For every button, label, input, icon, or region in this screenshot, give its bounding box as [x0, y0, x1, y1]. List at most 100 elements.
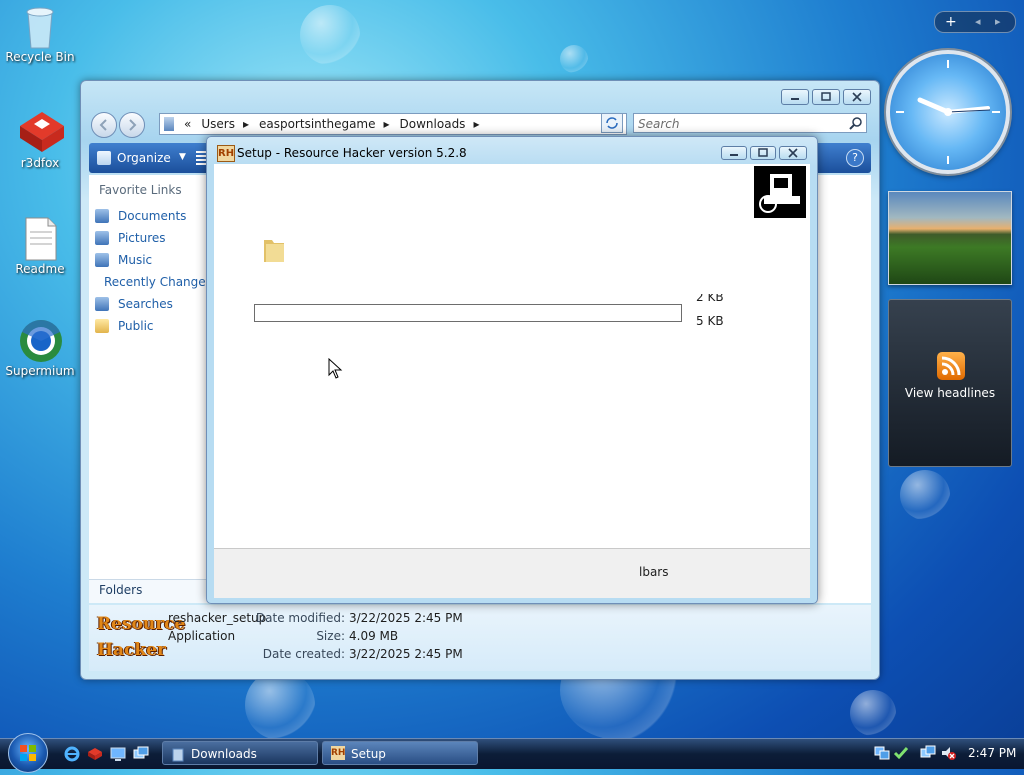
view-headlines-link[interactable]: View headlines	[889, 386, 1011, 400]
supermium-icon	[18, 318, 62, 362]
help-icon[interactable]: ?	[846, 149, 864, 167]
refresh-button[interactable]	[601, 113, 623, 133]
nav-item-label: Pictures	[118, 231, 166, 245]
security-check-icon[interactable]	[893, 745, 909, 761]
network-status-icon[interactable]	[920, 745, 936, 761]
folders-toggle[interactable]: Folders	[89, 579, 207, 603]
slideshow-gadget[interactable]	[888, 191, 1012, 285]
folder-icon	[95, 319, 109, 333]
nav-item-recently-changed[interactable]: Recently Changed	[89, 271, 213, 293]
taskbar-button-downloads[interactable]: Downloads	[162, 741, 318, 765]
minimize-button[interactable]	[721, 146, 747, 160]
file-name: reshacker_setup	[168, 611, 267, 625]
bubble-decoration	[300, 5, 360, 65]
music-icon	[95, 253, 109, 267]
volume-muted-icon[interactable]	[940, 745, 956, 761]
taskbar-button-label: Downloads	[191, 747, 257, 761]
next-gadget-button[interactable]: ▸	[995, 12, 1001, 32]
address-bar[interactable]: « Users ▸ easportsinthegame ▸ Downloads …	[159, 113, 627, 135]
close-button[interactable]	[779, 146, 807, 160]
desktop-icon-supermium[interactable]: Supermium	[2, 318, 78, 378]
documents-icon	[95, 209, 109, 223]
maximize-button[interactable]	[750, 146, 776, 160]
r3dfox-icon	[18, 110, 64, 154]
setup-body: 2 KB 5 KB	[214, 164, 810, 548]
nav-item-music[interactable]: Music	[89, 249, 207, 271]
mouse-cursor-icon	[328, 357, 344, 380]
show-desktop-icon[interactable]	[110, 746, 126, 762]
start-button[interactable]	[8, 733, 48, 773]
rss-icon	[937, 352, 965, 380]
resource-hacker-icon: RH	[331, 746, 346, 760]
windows-logo-icon	[20, 745, 36, 761]
breadcrumb-users[interactable]: Users	[201, 117, 235, 131]
nav-item-public[interactable]: Public	[89, 315, 207, 337]
search-icon[interactable]	[849, 116, 863, 133]
address-overflow-chevron[interactable]: «	[184, 117, 191, 131]
clock-gadget[interactable]	[886, 50, 1010, 174]
prev-gadget-button[interactable]: ◂	[975, 12, 981, 32]
breadcrumb-user-folder[interactable]: easportsinthegame	[259, 117, 376, 131]
size-readout-2: 5 KB	[696, 314, 724, 328]
pictures-icon	[95, 231, 109, 245]
switch-windows-icon[interactable]	[133, 746, 149, 762]
setup-window-controls	[721, 146, 807, 160]
nav-item-label: Recently Changed	[104, 275, 214, 289]
bubble-decoration	[560, 45, 588, 73]
folder-icon	[262, 236, 284, 262]
search-input[interactable]: Search	[633, 113, 867, 133]
close-button[interactable]	[843, 89, 871, 105]
gadget-controls: + ◂ ▸	[934, 11, 1016, 33]
text-document-icon	[18, 216, 62, 261]
clock-face-icon	[896, 60, 1000, 164]
taskbar-button-setup[interactable]: RH Setup	[322, 741, 478, 765]
size-label: Size:	[316, 629, 345, 643]
breadcrumb-downloads[interactable]: Downloads	[400, 117, 466, 131]
network-icon[interactable]	[874, 745, 890, 761]
maximize-button[interactable]	[812, 89, 840, 105]
bubble-decoration	[245, 670, 315, 740]
nav-item-label: Documents	[118, 209, 187, 223]
date-created-value: 3/22/2025 2:45 PM	[349, 647, 463, 661]
folder-icon	[164, 117, 174, 131]
bubble-decoration	[850, 690, 896, 736]
desktop-icon-r3dfox[interactable]: r3dfox	[2, 110, 78, 170]
date-modified-label: Date modified:	[255, 611, 345, 625]
breadcrumb-separator-icon[interactable]: ▸	[473, 117, 479, 131]
organize-dropdown-icon[interactable]: ▼	[179, 152, 186, 162]
internet-explorer-icon[interactable]	[64, 746, 80, 762]
details-pane: Resource Hacker reshacker_setup Applicat…	[89, 605, 871, 671]
explorer-folder-icon	[171, 746, 185, 762]
date-modified-value: 3/22/2025 2:45 PM	[349, 611, 463, 625]
nav-item-label: Searches	[118, 297, 173, 311]
back-button[interactable]	[91, 112, 117, 138]
nav-item-pictures[interactable]: Pictures	[89, 227, 207, 249]
add-gadget-button[interactable]: +	[945, 12, 957, 32]
breadcrumb-separator-icon[interactable]: ▸	[384, 117, 390, 131]
setup-footer: lbars	[214, 548, 810, 598]
desktop-icon-recycle-bin[interactable]: Recycle Bin	[2, 4, 78, 64]
organize-icon	[97, 151, 111, 165]
install-progress-bar	[254, 304, 682, 322]
setup-title: Setup - Resource Hacker version 5.2.8	[237, 146, 467, 160]
feed-headlines-gadget[interactable]: View headlines	[888, 299, 1012, 467]
desktop-icon-readme[interactable]: Readme	[2, 216, 78, 276]
resource-hacker-icon: RH	[217, 145, 235, 162]
navigation-pane: Favorite Links Documents Pictures Music …	[89, 175, 213, 603]
organize-button[interactable]: Organize	[117, 151, 171, 165]
desktop-icon-label: r3dfox	[20, 156, 60, 170]
resource-hacker-logo: Resource Hacker	[97, 614, 186, 660]
forward-button[interactable]	[119, 112, 145, 138]
bubble-decoration	[900, 470, 950, 520]
nav-item-label: Music	[118, 253, 153, 267]
setup-dialog[interactable]: RH Setup - Resource Hacker version 5.2.8…	[206, 136, 818, 604]
taskbar-button-label: Setup	[351, 747, 386, 761]
breadcrumb-separator-icon[interactable]: ▸	[243, 117, 249, 131]
recycle-bin-icon	[18, 4, 62, 49]
file-type: Application	[168, 629, 236, 643]
taskbar-clock[interactable]: 2:47 PM	[968, 746, 1016, 760]
nav-item-searches[interactable]: Searches	[89, 293, 207, 315]
nav-item-documents[interactable]: Documents	[89, 205, 207, 227]
minimize-button[interactable]	[781, 89, 809, 105]
r3dfox-quicklaunch-icon[interactable]	[87, 746, 103, 762]
